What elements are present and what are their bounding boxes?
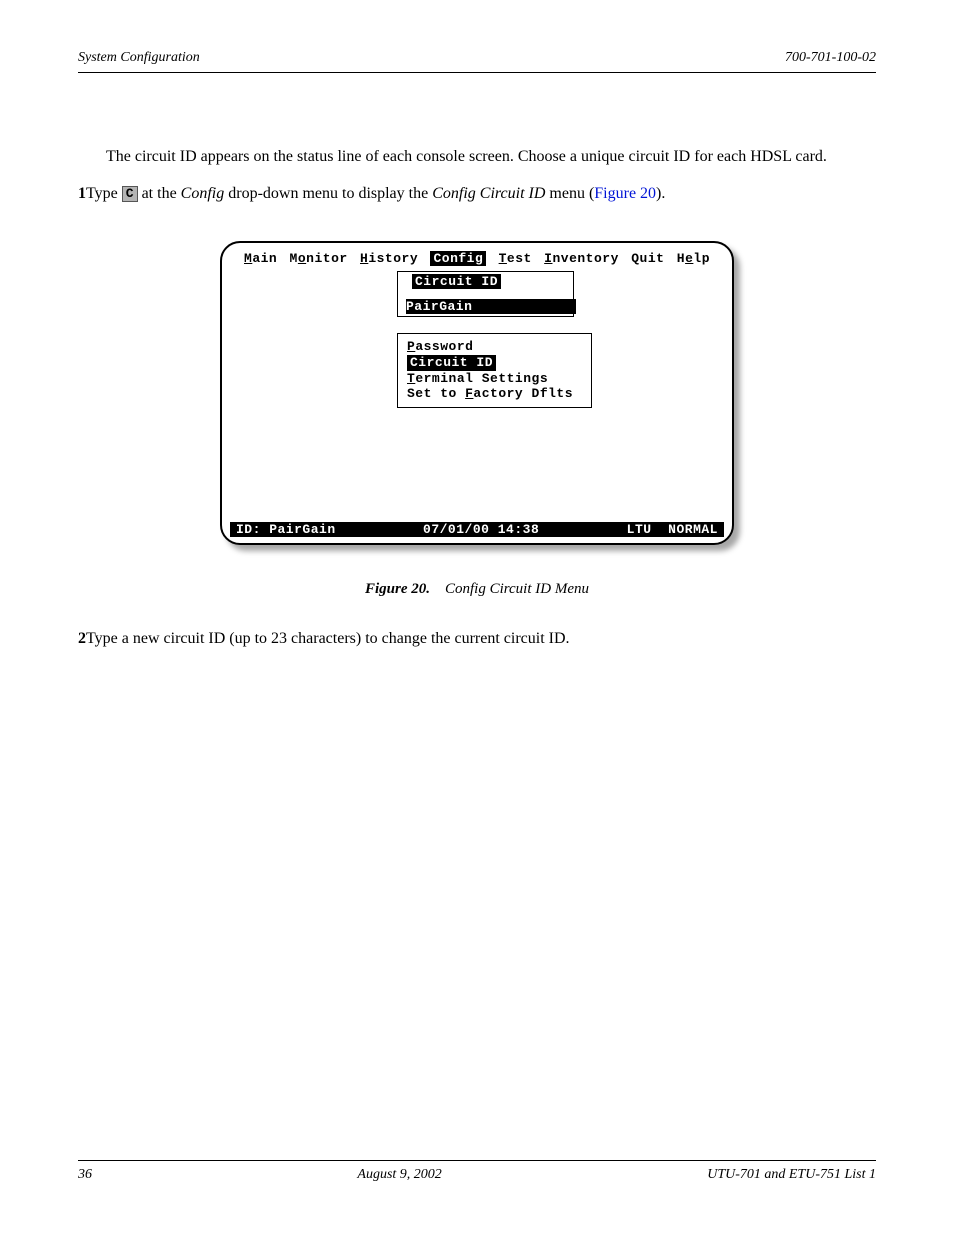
page-footer: 36 August 9, 2002 UTU-701 and ETU-751 Li…: [78, 1160, 876, 1183]
menu-inventory: Inventory: [544, 251, 619, 266]
dropdown-circuit-id: Circuit ID: [407, 355, 496, 371]
header-right: 700-701-100-02: [785, 50, 876, 66]
menu-quit: Quit: [631, 251, 664, 266]
status-right: LTU NORMAL: [627, 522, 718, 537]
config-dropdown: Password Circuit ID Terminal Settings Se…: [397, 333, 592, 407]
dropdown-factory-defaults: Set to Factory Dflts: [407, 386, 582, 402]
page-number: 36: [78, 1167, 92, 1183]
circuit-id-value: PairGain: [406, 299, 576, 314]
key-c-icon: C: [122, 186, 138, 202]
page-header: System Configuration 700-701-100-02: [78, 50, 876, 73]
circuit-id-title: Circuit ID: [412, 274, 501, 289]
console-menubar: Main Monitor History Config Test Invento…: [222, 243, 732, 266]
dropdown-password: Password: [407, 339, 582, 355]
step-1: 1Type C at the Config drop-down menu to …: [78, 180, 876, 207]
footer-model: UTU-701 and ETU-751 List 1: [707, 1167, 876, 1183]
intro-paragraph: The circuit ID appears on the status lin…: [78, 143, 876, 170]
footer-date: August 9, 2002: [357, 1167, 441, 1183]
status-id: ID: PairGain: [236, 522, 336, 537]
header-left: System Configuration: [78, 50, 200, 66]
menu-help: Help: [677, 251, 710, 266]
menu-history: History: [360, 251, 418, 266]
status-timestamp: 07/01/00 14:38: [423, 522, 539, 537]
figure-caption: Figure 20. Config Circuit ID Menu: [78, 581, 876, 598]
console-status-bar: ID: PairGain 07/01/00 14:38 LTU NORMAL: [230, 522, 724, 537]
step-2-number: 2: [78, 630, 86, 647]
dropdown-terminal-settings: Terminal Settings: [407, 371, 582, 387]
menu-main: Main: [244, 251, 277, 266]
console-screenshot: Main Monitor History Config Test Invento…: [220, 241, 734, 545]
menu-config: Config: [430, 251, 486, 266]
figure-20-link[interactable]: Figure 20: [594, 185, 656, 202]
step-1-number: 1: [78, 185, 86, 202]
menu-monitor: Monitor: [290, 251, 348, 266]
menu-test: Test: [499, 251, 532, 266]
circuit-id-panel: Circuit ID PairGain: [397, 271, 574, 317]
step-2: 2Type a new circuit ID (up to 23 charact…: [78, 630, 876, 648]
